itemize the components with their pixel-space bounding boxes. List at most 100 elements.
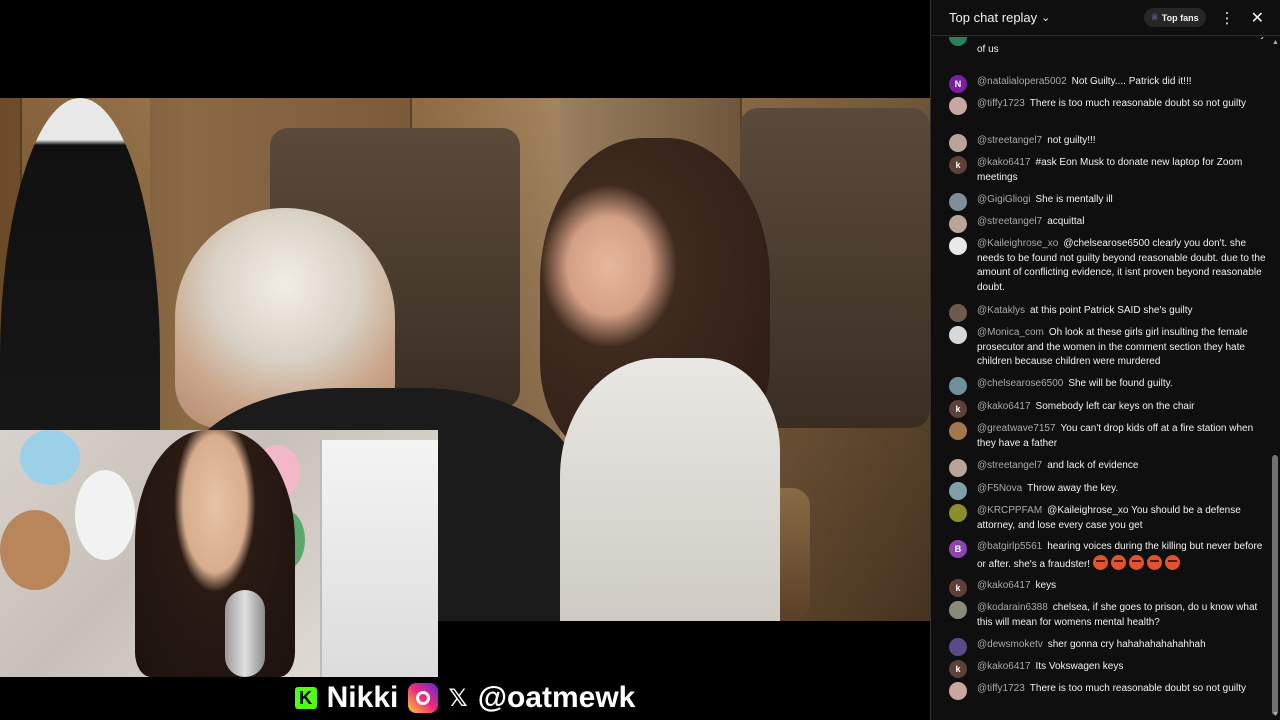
angry-face-emoji-icon xyxy=(1147,554,1163,570)
avatar[interactable] xyxy=(949,377,967,395)
chat-author[interactable]: @streetangel7 xyxy=(977,216,1042,227)
avatar[interactable] xyxy=(949,237,967,255)
avatar[interactable] xyxy=(949,215,967,233)
chat-author[interactable]: @dewsmoketv xyxy=(977,639,1043,650)
plush-toy xyxy=(20,430,80,485)
chat-message: @streetangel7 not guilty!!! xyxy=(949,134,1269,152)
chat-author[interactable]: @Monica_com xyxy=(977,327,1044,338)
chat-message: k @kako6417 Somebody left car keys on the … xyxy=(949,400,1269,418)
crown-icon: ♕ xyxy=(1150,12,1159,22)
chat-text: at this point Patrick SAID she's guilty xyxy=(1029,305,1193,316)
plush-toy xyxy=(75,470,135,560)
chat-author[interactable]: @chelsearose6500 xyxy=(977,378,1063,389)
streamer xyxy=(135,430,295,677)
chat-message: @tiffy1723 There is too much reasonable d… xyxy=(949,682,1269,700)
avatar[interactable]: k xyxy=(949,660,967,678)
chat-text: not guilty!!! xyxy=(1047,135,1096,146)
chat-message: @Monica_com Oh look at these girls girl i… xyxy=(949,326,1269,370)
streamer-name: Nikki xyxy=(326,681,399,714)
avatar[interactable] xyxy=(949,326,967,344)
chat-message-body: @kodarain6388 chelsea, if she goes to pri… xyxy=(977,601,1269,630)
avatar[interactable] xyxy=(949,482,967,500)
chat-message-body: @KRCPPFAM @Kaileighrose_xo You should be … xyxy=(977,504,1269,533)
chat-author[interactable]: @streetangel7 xyxy=(977,135,1042,146)
chat-author[interactable]: @kako6417 xyxy=(977,661,1031,672)
chat-message-body: @batgirlp5561 hearing voices during the k… xyxy=(977,540,1269,572)
chat-message-body: @chelsearose6500 She will be found guilty… xyxy=(977,377,1269,395)
streamer-banner: K Nikki 𝕏 @oatmewk xyxy=(0,676,930,720)
chat-author[interactable]: @kako6417 xyxy=(977,157,1031,168)
avatar[interactable]: k xyxy=(949,579,967,597)
live-chat-panel: Top chat replay ⌄ ♕ Top fans ⋮ ✕ life an… xyxy=(930,0,1280,720)
chat-message-body: @Monica_com Oh look at these girls girl i… xyxy=(977,326,1269,370)
chat-message-body: @kako6417 Its Vokswagen keys xyxy=(977,660,1269,678)
avatar[interactable] xyxy=(949,134,967,152)
chat-author[interactable]: @streetangel7 xyxy=(977,460,1042,471)
video-player[interactable]: K Nikki 𝕏 @oatmewk xyxy=(0,0,930,720)
chat-author[interactable]: @kodarain6388 xyxy=(977,602,1048,613)
chat-message-body: @greatwave7157 You can't drop kids off at… xyxy=(977,422,1269,451)
chat-text: sher gonna cry hahahahahahahhah xyxy=(1047,639,1206,650)
scroll-thumb[interactable] xyxy=(1272,455,1278,715)
chat-author[interactable]: @KRCPPFAM xyxy=(977,505,1042,516)
chat-author[interactable]: @GigiGliogi xyxy=(977,194,1031,205)
chat-text: She is mentally ill xyxy=(1035,194,1113,205)
chat-message: @tiffy1723 There is too much reasonable d… xyxy=(949,97,1269,115)
avatar[interactable] xyxy=(949,504,967,522)
chat-author[interactable]: @natalialopera5002 xyxy=(977,76,1067,87)
avatar[interactable] xyxy=(949,682,967,700)
chat-message: B @batgirlp5561 hearing voices during the … xyxy=(949,540,1269,572)
chat-text: keys xyxy=(1035,580,1057,591)
chat-message-body: @Kaileighrose_xo @chelsearose6500 clearly… xyxy=(977,237,1269,295)
chat-message-body: @F5Nova Throw away the key. xyxy=(977,482,1269,500)
avatar[interactable]: k xyxy=(949,156,967,174)
avatar[interactable] xyxy=(949,37,967,46)
chat-message-list: life and so on is not normal haha Chelse… xyxy=(931,37,1273,720)
chat-scrollbar[interactable]: ▲ ▼ xyxy=(1272,37,1279,720)
top-fans-button[interactable]: ♕ Top fans xyxy=(1143,8,1206,27)
chat-author[interactable]: @tiffy1723 xyxy=(977,683,1025,694)
chevron-down-icon[interactable]: ⌄ xyxy=(1041,11,1050,24)
avatar[interactable] xyxy=(949,97,967,115)
avatar[interactable] xyxy=(949,638,967,656)
avatar[interactable]: k xyxy=(949,400,967,418)
angry-face-emoji-icon xyxy=(1129,554,1145,570)
instagram-icon xyxy=(408,683,439,713)
chat-message-body: @GigiGliogi She is mentally ill xyxy=(977,193,1269,211)
chat-message: k @kako6417 Its Vokswagen keys xyxy=(949,660,1269,678)
chat-message-body: @kako6417 Somebody left car keys on the c… xyxy=(977,400,1269,418)
chat-author[interactable]: @greatwave7157 xyxy=(977,423,1056,434)
chat-text: life and so on is not normal haha Chelse… xyxy=(977,37,1266,55)
chat-message-body: @tiffy1723 There is too much reasonable d… xyxy=(977,682,1269,700)
avatar[interactable] xyxy=(949,193,967,211)
chat-message: @streetangel7 acquittal xyxy=(949,215,1269,233)
avatar[interactable]: N xyxy=(949,75,967,93)
x-icon: 𝕏 xyxy=(448,684,468,712)
whiteboard xyxy=(320,440,438,677)
avatar[interactable] xyxy=(949,601,967,619)
chat-author[interactable]: @tiffy1723 xyxy=(977,98,1025,109)
avatar[interactable] xyxy=(949,459,967,477)
chat-message-body: @Kataklys at this point Patrick SAID she'… xyxy=(977,304,1269,322)
chat-text: and lack of evidence xyxy=(1047,460,1139,471)
avatar[interactable]: B xyxy=(949,540,967,558)
close-icon[interactable]: ✕ xyxy=(1251,8,1264,28)
avatar[interactable] xyxy=(949,304,967,322)
more-options-icon[interactable]: ⋮ xyxy=(1220,9,1235,27)
top-fans-label: Top fans xyxy=(1161,12,1199,23)
chat-author[interactable]: @kako6417 xyxy=(977,580,1031,591)
chat-author[interactable]: @kako6417 xyxy=(977,401,1031,412)
scroll-up-icon[interactable]: ▲ xyxy=(1272,39,1279,46)
avatar[interactable] xyxy=(949,422,967,440)
chat-author[interactable]: @Kataklys xyxy=(977,305,1025,316)
chat-text: Somebody left car keys on the chair xyxy=(1035,401,1195,412)
angry-face-emoji-icon xyxy=(1165,554,1181,570)
defendant-shirt xyxy=(560,358,780,621)
chat-author[interactable]: @batgirlp5561 xyxy=(977,541,1042,552)
chat-message-body: @dewsmoketv sher gonna cry hahahahahahahh… xyxy=(977,638,1269,656)
chat-mode-dropdown[interactable]: Top chat replay xyxy=(949,10,1037,25)
chat-author[interactable]: @F5Nova xyxy=(977,483,1022,494)
chat-author[interactable]: @Kaileighrose_xo xyxy=(977,238,1058,249)
chat-text: Its Vokswagen keys xyxy=(1035,661,1124,672)
scroll-down-icon[interactable]: ▼ xyxy=(1272,711,1279,718)
